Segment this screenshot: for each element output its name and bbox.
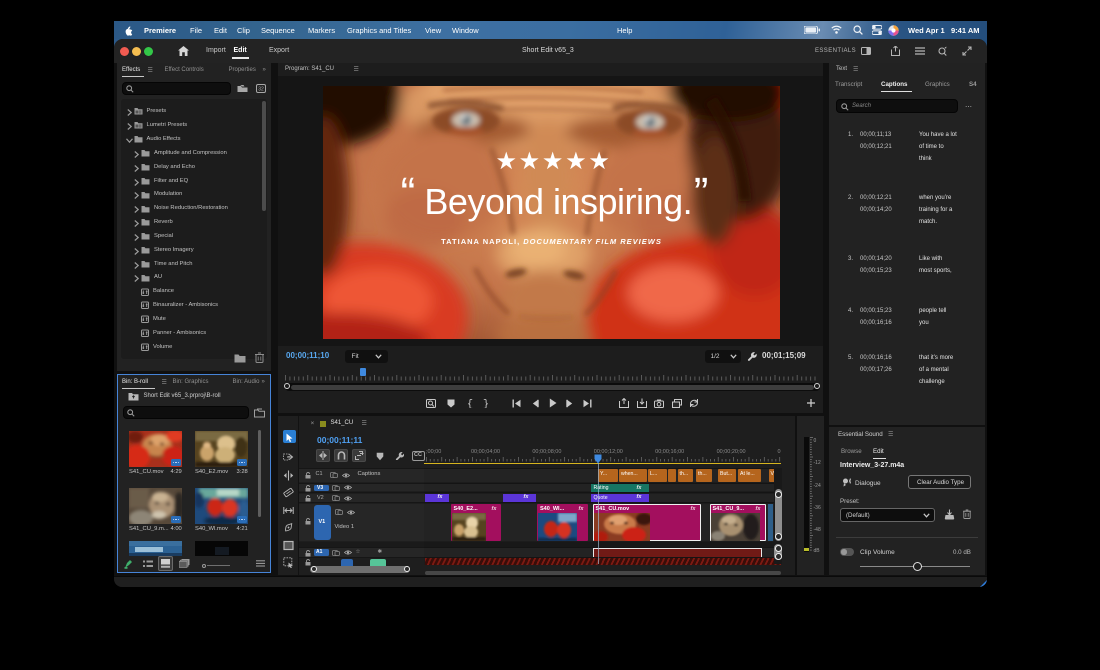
svg-text:{: { [467,399,473,409]
svg-text:32: 32 [258,87,264,93]
svg-text:}: } [483,399,489,409]
